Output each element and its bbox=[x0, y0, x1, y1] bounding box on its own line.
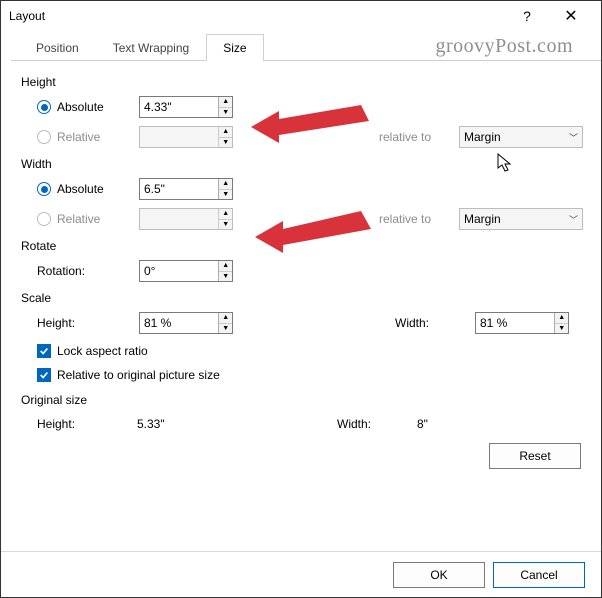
section-height: Height bbox=[21, 75, 583, 89]
width-relative-to-label: relative to bbox=[379, 212, 459, 226]
original-width-value: 8" bbox=[417, 417, 428, 431]
lock-aspect-label: Lock aspect ratio bbox=[57, 344, 148, 358]
section-rotate: Rotate bbox=[21, 239, 583, 253]
original-height-value: 5.33" bbox=[137, 417, 337, 431]
ok-button[interactable]: OK bbox=[393, 562, 485, 588]
down-arrow-icon: ▼ bbox=[219, 138, 232, 148]
down-arrow-icon[interactable]: ▼ bbox=[555, 324, 568, 334]
cancel-button[interactable]: Cancel bbox=[493, 562, 585, 588]
relative-original-checkbox[interactable] bbox=[37, 368, 51, 382]
scale-width-label: Width: bbox=[395, 316, 475, 330]
title-bar: Layout ? ✕ bbox=[1, 1, 601, 31]
tab-position[interactable]: Position bbox=[19, 34, 96, 61]
dialog-footer: OK Cancel bbox=[1, 551, 601, 597]
height-relative-label: Relative bbox=[57, 130, 100, 144]
down-arrow-icon[interactable]: ▼ bbox=[219, 272, 232, 282]
down-arrow-icon: ▼ bbox=[219, 220, 232, 230]
original-height-label: Height: bbox=[21, 417, 137, 431]
lock-aspect-checkbox[interactable] bbox=[37, 344, 51, 358]
help-button[interactable]: ? bbox=[505, 8, 549, 24]
width-absolute-radio[interactable] bbox=[37, 182, 51, 196]
height-absolute-radio[interactable] bbox=[37, 100, 51, 114]
up-arrow-icon[interactable]: ▲ bbox=[219, 313, 232, 324]
tab-text-wrapping[interactable]: Text Wrapping bbox=[96, 34, 206, 61]
width-absolute-input[interactable]: ▲▼ bbox=[139, 178, 233, 200]
section-width: Width bbox=[21, 157, 583, 171]
relative-original-label: Relative to original picture size bbox=[57, 368, 220, 382]
width-relative-radio[interactable] bbox=[37, 212, 51, 226]
width-relative-input: ▲▼ bbox=[139, 208, 233, 230]
width-relative-to-select: Margin ﹀ bbox=[459, 208, 583, 230]
original-width-label: Width: bbox=[337, 417, 417, 431]
layout-dialog: Layout ? ✕ groovyPost.com Position Text … bbox=[0, 0, 602, 598]
width-absolute-label: Absolute bbox=[57, 182, 104, 196]
dialog-title: Layout bbox=[9, 9, 505, 23]
height-relative-to-label: relative to bbox=[379, 130, 459, 144]
up-arrow-icon: ▲ bbox=[219, 127, 232, 138]
up-arrow-icon: ▲ bbox=[219, 209, 232, 220]
width-relative-label: Relative bbox=[57, 212, 100, 226]
scale-height-input[interactable]: ▲▼ bbox=[139, 312, 233, 334]
close-button[interactable]: ✕ bbox=[549, 6, 593, 26]
section-original: Original size bbox=[21, 393, 583, 407]
reset-button[interactable]: Reset bbox=[489, 443, 581, 469]
up-arrow-icon[interactable]: ▲ bbox=[219, 261, 232, 272]
dialog-body: Height Absolute ▲▼ Relative ▲▼ relative … bbox=[1, 61, 601, 477]
scale-height-label: Height: bbox=[37, 316, 75, 330]
down-arrow-icon[interactable]: ▼ bbox=[219, 324, 232, 334]
up-arrow-icon[interactable]: ▲ bbox=[555, 313, 568, 324]
down-arrow-icon[interactable]: ▼ bbox=[219, 190, 232, 200]
rotation-input[interactable]: ▲▼ bbox=[139, 260, 233, 282]
rotation-label: Rotation: bbox=[37, 264, 85, 278]
section-scale: Scale bbox=[21, 291, 583, 305]
chevron-down-icon: ﹀ bbox=[569, 131, 578, 144]
up-arrow-icon[interactable]: ▲ bbox=[219, 97, 232, 108]
down-arrow-icon[interactable]: ▼ bbox=[219, 108, 232, 118]
scale-width-input[interactable]: ▲▼ bbox=[475, 312, 569, 334]
up-arrow-icon[interactable]: ▲ bbox=[219, 179, 232, 190]
height-relative-radio[interactable] bbox=[37, 130, 51, 144]
chevron-down-icon: ﹀ bbox=[569, 213, 578, 226]
height-absolute-input[interactable]: ▲▼ bbox=[139, 96, 233, 118]
height-relative-input: ▲▼ bbox=[139, 126, 233, 148]
height-relative-to-select: Margin ﹀ bbox=[459, 126, 583, 148]
tab-strip: Position Text Wrapping Size bbox=[11, 33, 601, 61]
height-absolute-label: Absolute bbox=[57, 100, 104, 114]
tab-size[interactable]: Size bbox=[206, 34, 263, 61]
